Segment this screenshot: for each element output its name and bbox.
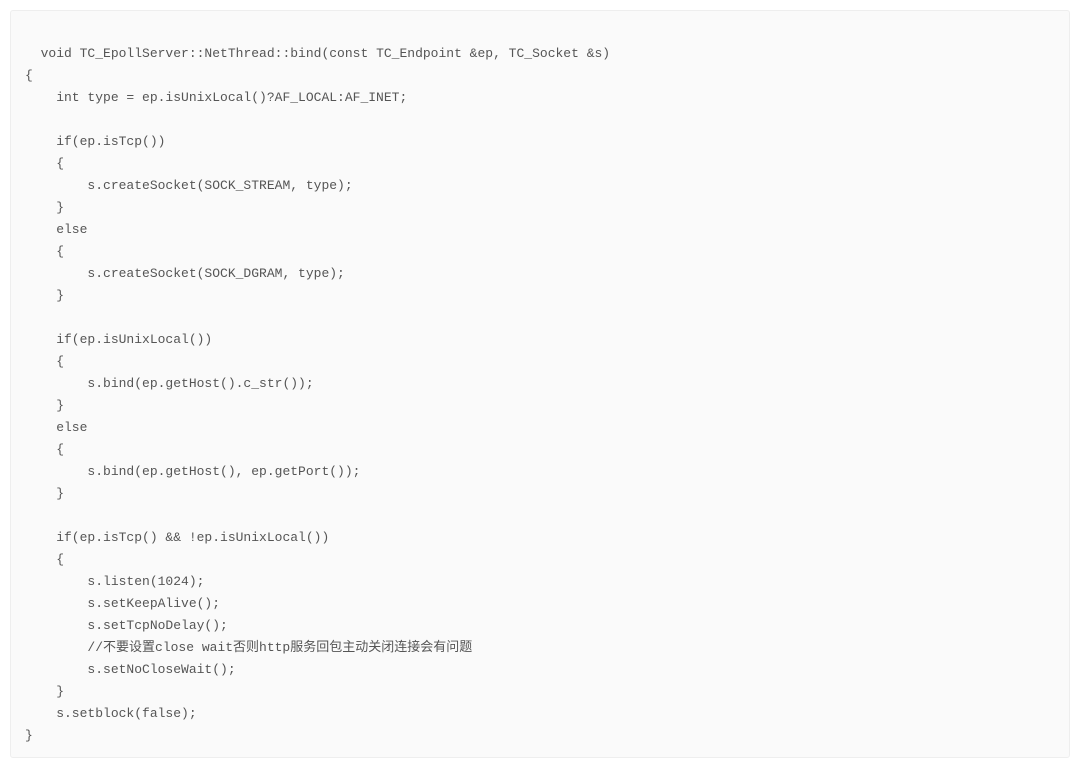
code-content: void TC_EpollServer::NetThread::bind(con… [25, 46, 610, 743]
code-block: void TC_EpollServer::NetThread::bind(con… [10, 10, 1070, 758]
